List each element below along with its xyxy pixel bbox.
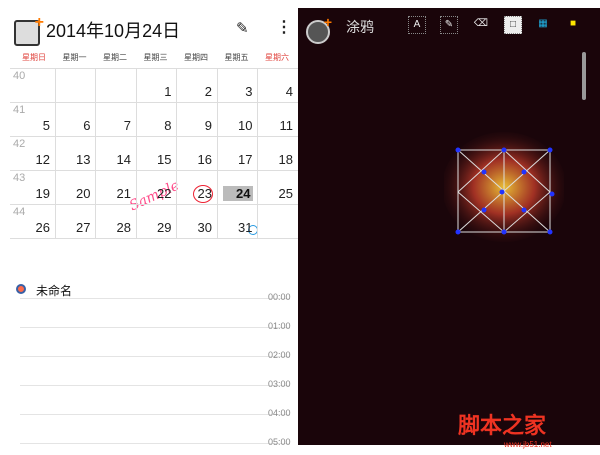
pattern-tool-button[interactable]: ▦ <box>534 16 552 34</box>
grid-line <box>10 170 298 171</box>
weekday-header: 星期日 星期一 星期二 星期三 星期四 星期五 星期六 <box>10 52 298 68</box>
time-label: 02:00 <box>268 350 291 360</box>
hand-circle-mark <box>193 185 213 203</box>
calendar-color-icon <box>16 284 26 294</box>
text-tool-button[interactable]: A <box>408 16 426 34</box>
grid-line <box>10 102 298 103</box>
event-list: 未命名 00:00 01:00 02:00 03:00 04:00 05:00 <box>10 270 298 447</box>
doodle-drawing[interactable] <box>444 132 564 242</box>
calendar-day[interactable]: 13 <box>61 152 90 167</box>
grid-line <box>95 68 96 238</box>
weekday-label: 星期日 <box>22 53 46 62</box>
weekday-label: 星期二 <box>103 53 127 62</box>
calendar-day[interactable]: 4 <box>263 84 293 99</box>
calendar-day[interactable]: 22 <box>142 186 171 201</box>
calendar-day[interactable]: 10 <box>223 118 252 133</box>
calendar-day[interactable]: 19 <box>20 186 50 201</box>
more-options-button[interactable]: ⋮ <box>276 17 292 37</box>
calendar-day[interactable]: 16 <box>182 152 212 167</box>
time-slot-line[interactable] <box>20 298 290 299</box>
week-number: 42 <box>13 138 26 150</box>
grid-line <box>176 68 177 238</box>
calendar-day[interactable]: 11 <box>263 118 294 133</box>
grid-line <box>54 68 56 238</box>
time-label: 00:00 <box>268 292 291 302</box>
calendar-day[interactable]: 29 <box>142 220 171 235</box>
calendar-day[interactable]: 27 <box>61 220 90 235</box>
calendar-day[interactable]: 31 <box>223 220 252 235</box>
time-slot-line[interactable] <box>20 327 290 328</box>
calendar-panel: + 2014年10月24日 ✎ ⋮ 星期日 星期一 星期二 星期三 星期四 星期五 星期六 … <box>10 8 298 447</box>
screenshot-frame: + 2014年10月24日 ✎ ⋮ 星期日 星期一 星期二 星期三 星期四 星期五 星期六 … <box>0 0 600 455</box>
week-number: 44 <box>13 206 26 218</box>
calendar-day[interactable]: 1 <box>142 84 171 99</box>
month-grid: Sample 40 1 2 3 4 41 5 6 7 8 9 10 11 42 12 13 14 15 16 17 18… <box>10 68 298 239</box>
calendar-day[interactable]: 5 <box>20 118 50 133</box>
grid-line <box>10 238 298 239</box>
calendar-day[interactable]: 3 <box>223 84 252 99</box>
calendar-day[interactable]: 17 <box>223 152 252 167</box>
week-number: 43 <box>13 172 26 184</box>
watermark-logo: 脚本之家 <box>458 413 547 439</box>
time-label: 04:00 <box>268 408 291 418</box>
time-label: 03:00 <box>268 379 291 389</box>
color-tool-button[interactable]: ■ <box>564 16 582 34</box>
time-label: 05:00 <box>268 437 291 447</box>
calendar-day[interactable]: 14 <box>101 152 131 167</box>
calendar-day[interactable]: 25 <box>263 186 293 201</box>
grid-line <box>10 204 298 205</box>
calendar-day[interactable]: 24 <box>222 186 253 201</box>
window-mode-icon[interactable]: + <box>14 14 44 46</box>
weekday-label: 星期一 <box>62 53 87 62</box>
edit-button[interactable]: ✎ <box>236 19 249 37</box>
calendar-day[interactable]: 15 <box>142 152 171 167</box>
grid-line <box>135 68 137 238</box>
calendar-day[interactable]: 7 <box>101 118 131 133</box>
time-slot-line[interactable] <box>20 443 290 444</box>
grid-line <box>10 136 298 137</box>
eraser-tool-button[interactable]: ⌫ <box>472 16 490 34</box>
window-mode-icon[interactable]: + <box>306 14 332 44</box>
calendar-day[interactable]: 26 <box>20 220 50 235</box>
time-slot-line[interactable] <box>20 385 290 386</box>
grid-line <box>10 68 298 69</box>
plus-icon: + <box>34 14 44 31</box>
scrollbar[interactable] <box>582 52 586 100</box>
watermark-url: www.jb51.net <box>504 440 552 449</box>
pen-tool-button[interactable]: ✎ <box>440 16 458 34</box>
event-title[interactable]: 未命名 <box>36 282 72 299</box>
weekday-label: 星期三 <box>143 53 168 62</box>
calendar-day[interactable]: 18 <box>263 152 293 167</box>
drawing-title: 涂鸦 <box>346 19 374 35</box>
calendar-day[interactable]: 30 <box>182 220 212 235</box>
calendar-header: + 2014年10月24日 ✎ ⋮ <box>10 8 298 50</box>
calendar-day[interactable]: 28 <box>101 220 131 235</box>
grid-line <box>257 68 258 238</box>
time-slot-line[interactable] <box>20 356 290 357</box>
time-slot-line[interactable] <box>20 414 290 415</box>
plus-icon: + <box>323 14 332 30</box>
week-number: 40 <box>13 70 26 82</box>
weekday-label: 星期四 <box>184 53 208 62</box>
week-number: 41 <box>13 104 26 116</box>
time-label: 01:00 <box>268 321 291 331</box>
calendar-day[interactable]: 20 <box>61 186 90 201</box>
calendar-day[interactable]: 12 <box>20 152 50 167</box>
calendar-day[interactable]: 2 <box>182 84 212 99</box>
weekday-label: 星期六 <box>265 53 289 62</box>
calendar-day[interactable]: 6 <box>61 118 90 133</box>
calendar-day[interactable]: 9 <box>182 118 212 133</box>
grid-line <box>216 68 218 238</box>
calendar-day[interactable]: 21 <box>101 186 131 201</box>
background-tool-button[interactable]: □ <box>504 16 522 34</box>
drawing-panel: + 涂鸦 A ✎ ⌫ □ ▦ ■ <box>298 8 600 445</box>
calendar-day[interactable]: 8 <box>142 118 171 133</box>
page-title: 2014年10月24日 <box>46 21 181 41</box>
weekday-label: 星期五 <box>224 53 249 62</box>
